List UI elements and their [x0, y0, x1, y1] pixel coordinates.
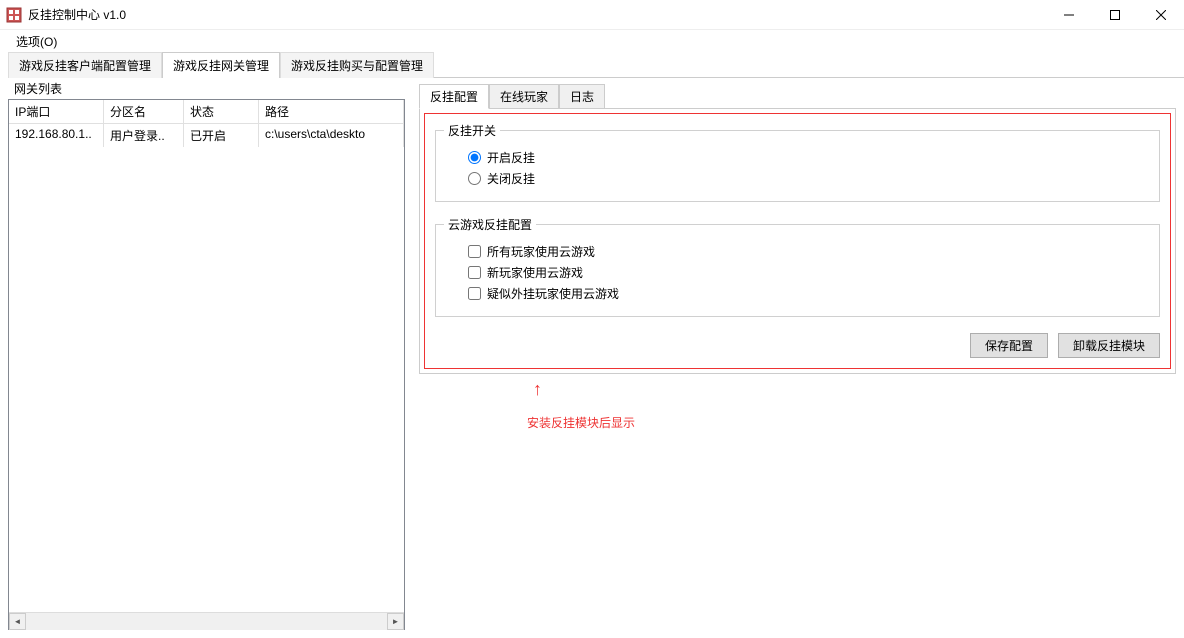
annotation-text: 安装反挂模块后显示	[527, 414, 1176, 431]
check-all-row[interactable]: 所有玩家使用云游戏	[468, 243, 1151, 260]
unload-module-button[interactable]: 卸载反挂模块	[1058, 333, 1160, 358]
main-area: 网关列表 IP端口 分区名 状态 路径 192.168.80.1.. 用户登录.…	[0, 78, 1184, 638]
inner-tabs: 反挂配置 在线玩家 日志	[419, 84, 1176, 109]
titlebar: 反挂控制中心 v1.0	[0, 0, 1184, 30]
col-ip-header[interactable]: IP端口	[9, 100, 104, 123]
radio-enable-label: 开启反挂	[487, 149, 535, 166]
menu-options[interactable]: 选项(O)	[10, 31, 63, 52]
tab-gateway-manage[interactable]: 游戏反挂网关管理	[162, 52, 280, 78]
col-zone-header[interactable]: 分区名	[104, 100, 184, 123]
check-suspect-row[interactable]: 疑似外挂玩家使用云游戏	[468, 285, 1151, 302]
cell-zone: 用户登录..	[104, 124, 184, 147]
col-status-header[interactable]: 状态	[184, 100, 259, 123]
switch-group-title: 反挂开关	[444, 122, 500, 139]
tab-online-players[interactable]: 在线玩家	[489, 84, 559, 109]
button-row: 保存配置 卸载反挂模块	[435, 333, 1160, 358]
switch-group: 反挂开关 开启反挂 关闭反挂	[435, 122, 1160, 202]
tab-purchase-config[interactable]: 游戏反挂购买与配置管理	[280, 52, 434, 78]
minimize-button[interactable]	[1046, 0, 1092, 29]
save-config-button[interactable]: 保存配置	[970, 333, 1048, 358]
radio-enable-row[interactable]: 开启反挂	[468, 149, 1151, 166]
check-new-label: 新玩家使用云游戏	[487, 264, 583, 281]
check-suspect-players[interactable]	[468, 287, 481, 300]
check-suspect-label: 疑似外挂玩家使用云游戏	[487, 285, 619, 302]
cloud-group-title: 云游戏反挂配置	[444, 216, 536, 233]
radio-disable-row[interactable]: 关闭反挂	[468, 170, 1151, 187]
check-new-players[interactable]	[468, 266, 481, 279]
gateway-table: IP端口 分区名 状态 路径 192.168.80.1.. 用户登录.. 已开启…	[8, 99, 405, 630]
close-button[interactable]	[1138, 0, 1184, 29]
cell-ip: 192.168.80.1..	[9, 124, 104, 147]
table-header: IP端口 分区名 状态 路径	[9, 100, 404, 124]
scroll-track[interactable]	[26, 613, 387, 630]
scroll-right-button[interactable]: ►	[387, 613, 404, 630]
table-body: 192.168.80.1.. 用户登录.. 已开启 c:\users\cta\d…	[9, 124, 404, 612]
app-icon	[6, 7, 22, 23]
config-body: 反挂开关 开启反挂 关闭反挂 云游戏反挂配置 所有玩家使用云游戏	[419, 108, 1176, 374]
radio-enable[interactable]	[468, 151, 481, 164]
maximize-button[interactable]	[1092, 0, 1138, 29]
tab-log[interactable]: 日志	[559, 84, 605, 109]
menubar: 选项(O)	[0, 30, 1184, 52]
annotation: ↑ 安装反挂模块后显示	[527, 380, 1176, 431]
outer-tabs: 游戏反挂客户端配置管理 游戏反挂网关管理 游戏反挂购买与配置管理	[0, 52, 1184, 78]
check-new-row[interactable]: 新玩家使用云游戏	[468, 264, 1151, 281]
cell-path: c:\users\cta\deskto	[259, 124, 404, 147]
gateway-list-label: 网关列表	[8, 78, 405, 99]
col-path-header[interactable]: 路径	[259, 100, 404, 123]
tab-anticheat-config[interactable]: 反挂配置	[419, 84, 489, 109]
check-all-label: 所有玩家使用云游戏	[487, 243, 595, 260]
cloud-group: 云游戏反挂配置 所有玩家使用云游戏 新玩家使用云游戏 疑似外挂玩家使用云游戏	[435, 216, 1160, 317]
horizontal-scrollbar[interactable]: ◄ ►	[9, 612, 404, 629]
radio-disable-label: 关闭反挂	[487, 170, 535, 187]
right-column: 反挂配置 在线玩家 日志 反挂开关 开启反挂 关闭反挂	[405, 78, 1176, 630]
tab-client-config[interactable]: 游戏反挂客户端配置管理	[8, 52, 162, 78]
config-highlight-box: 反挂开关 开启反挂 关闭反挂 云游戏反挂配置 所有玩家使用云游戏	[424, 113, 1171, 369]
arrow-up-icon: ↑	[533, 380, 1176, 398]
window-controls	[1046, 0, 1184, 29]
left-column: 网关列表 IP端口 分区名 状态 路径 192.168.80.1.. 用户登录.…	[8, 78, 405, 630]
radio-disable[interactable]	[468, 172, 481, 185]
window-title: 反挂控制中心 v1.0	[28, 6, 1046, 23]
scroll-left-button[interactable]: ◄	[9, 613, 26, 630]
table-row[interactable]: 192.168.80.1.. 用户登录.. 已开启 c:\users\cta\d…	[9, 124, 404, 147]
cell-status: 已开启	[184, 124, 259, 147]
check-all-players[interactable]	[468, 245, 481, 258]
